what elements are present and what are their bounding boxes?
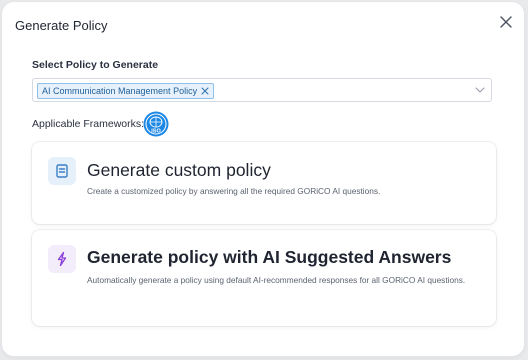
iso-badge-text: ISO <box>151 129 161 135</box>
remove-tag-icon[interactable] <box>201 87 209 95</box>
card-icon-container <box>48 245 76 273</box>
chevron-down-icon[interactable] <box>475 86 485 94</box>
generate-policy-dialog: Generate Policy Select Policy to Generat… <box>2 2 524 356</box>
lightning-icon <box>57 251 67 267</box>
option-description: Automatically generate a policy using de… <box>87 275 466 285</box>
option-card-ai-suggested[interactable]: Generate policy with AI Suggested Answer… <box>32 230 496 326</box>
dialog-title: Generate Policy <box>15 18 108 33</box>
option-description: Create a customized policy by answering … <box>87 186 381 196</box>
select-policy-label: Select Policy to Generate <box>32 59 159 71</box>
document-icon <box>56 164 68 178</box>
card-icon-container <box>48 157 76 185</box>
option-title: Generate policy with AI Suggested Answer… <box>87 247 452 267</box>
applicable-frameworks-label: Applicable Frameworks: <box>32 118 145 130</box>
close-icon[interactable] <box>496 12 516 32</box>
option-title: Generate custom policy <box>87 160 271 180</box>
selected-policy-tag-label: AI Communication Management Policy <box>42 86 198 96</box>
option-card-custom-policy[interactable]: Generate custom policy Create a customiz… <box>32 142 496 224</box>
policy-select[interactable]: AI Communication Management Policy <box>32 78 492 102</box>
selected-policy-tag: AI Communication Management Policy <box>37 83 215 99</box>
iso-badge-icon: ISO <box>143 111 169 137</box>
